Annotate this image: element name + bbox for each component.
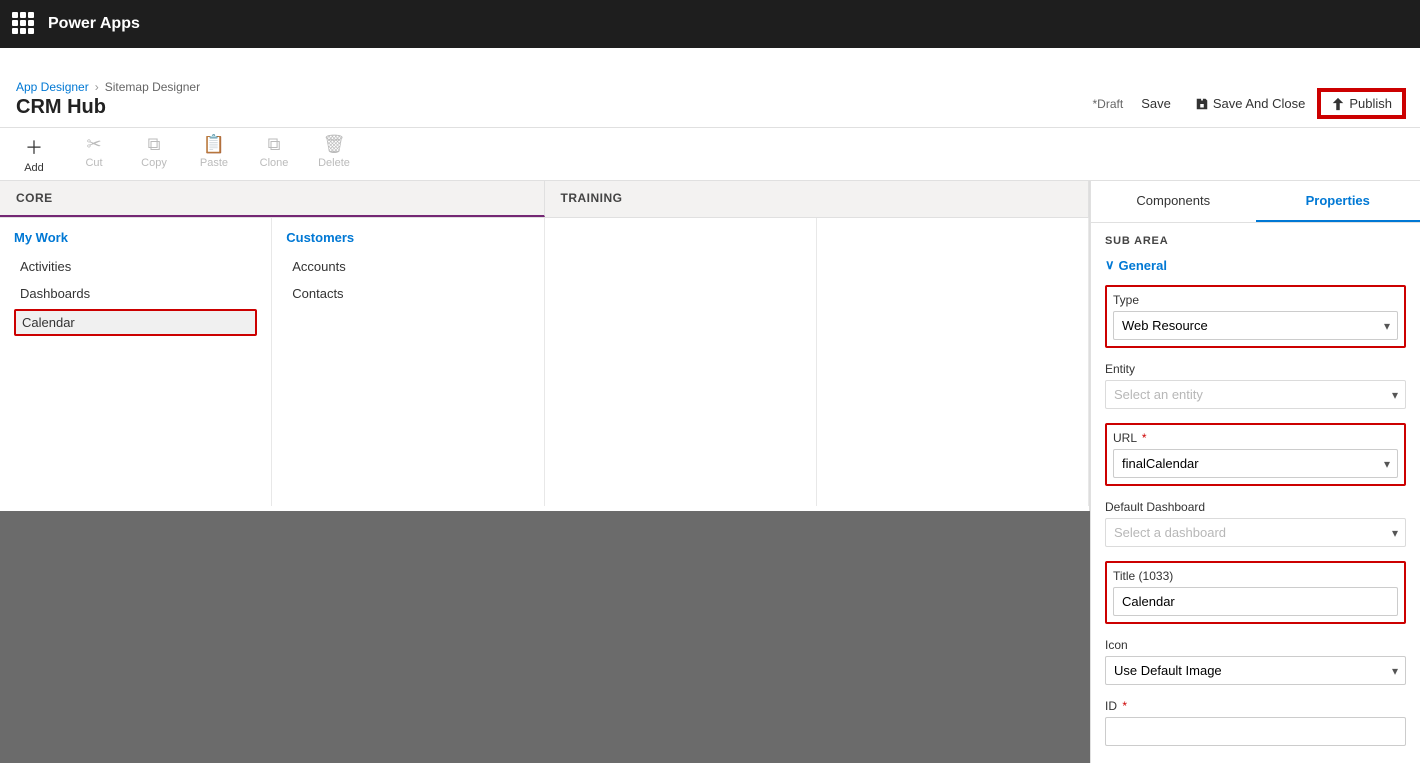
list-item[interactable]: Dashboards xyxy=(14,282,257,305)
id-field-group: ID * xyxy=(1105,699,1406,746)
area-core[interactable]: CORE xyxy=(0,181,545,217)
paste-icon: 📋 xyxy=(203,134,225,155)
delete-tool[interactable]: 🗑 Delete xyxy=(316,134,352,174)
list-item[interactable]: Activities xyxy=(14,255,257,278)
icon-select-wrapper: Use Default Image Custom Image ▾ xyxy=(1105,656,1406,685)
dashboard-label: Default Dashboard xyxy=(1105,500,1406,514)
section-label: SUB AREA xyxy=(1105,235,1406,247)
draft-label: *Draft xyxy=(1093,97,1124,111)
icon-label: Icon xyxy=(1105,638,1406,652)
entity-label: Entity xyxy=(1105,362,1406,376)
group-my-work: My Work Activities Dashboards Calendar xyxy=(0,218,272,506)
dashboard-field-group: Default Dashboard Select a dashboard ▾ xyxy=(1105,500,1406,547)
clone-icon: ⧉ xyxy=(268,134,281,155)
save-close-icon xyxy=(1195,97,1209,111)
top-bar: Power Apps xyxy=(0,0,1420,48)
breadcrumb-sep: › xyxy=(95,80,99,94)
breadcrumb-app-designer[interactable]: App Designer xyxy=(16,80,89,94)
id-required-marker: * xyxy=(1122,699,1127,713)
copy-tool[interactable]: ⧉ Copy xyxy=(136,134,172,174)
sitemap-canvas: CORE TRAINING My Work Activities Dashboa… xyxy=(0,181,1090,511)
app-title: Power Apps xyxy=(48,15,140,33)
group-empty-2 xyxy=(817,218,1089,506)
publish-button[interactable]: Publish xyxy=(1319,90,1404,117)
icon-select[interactable]: Use Default Image Custom Image xyxy=(1105,656,1406,685)
title-field-group: Title (1033) xyxy=(1105,561,1406,624)
type-label: Type xyxy=(1113,293,1398,307)
title-label: Title (1033) xyxy=(1113,569,1398,583)
group-customers: Customers Accounts Contacts xyxy=(272,218,544,506)
sitemap-header: CORE TRAINING xyxy=(0,181,1089,218)
tab-properties[interactable]: Properties xyxy=(1256,181,1420,222)
add-icon: ＋ xyxy=(25,134,43,160)
paste-tool[interactable]: 📋 Paste xyxy=(196,134,232,174)
url-select[interactable]: finalCalendar xyxy=(1113,449,1398,478)
dashboard-select[interactable]: Select a dashboard xyxy=(1105,518,1406,547)
cut-icon: ✂ xyxy=(86,134,101,155)
type-select[interactable]: Web Resource Entity URL Dashboard xyxy=(1113,311,1398,340)
save-button[interactable]: Save xyxy=(1131,92,1181,115)
right-panel: Components Properties SUB AREA ∨ General… xyxy=(1090,181,1420,763)
url-required-marker: * xyxy=(1142,431,1147,445)
main-layout: CORE TRAINING My Work Activities Dashboa… xyxy=(0,181,1420,763)
entity-select[interactable]: Select an entity xyxy=(1105,380,1406,409)
header-actions: *Draft Save Save And Close Publish xyxy=(1093,90,1404,127)
breadcrumb-sitemap-designer: Sitemap Designer xyxy=(105,80,200,94)
delete-icon: 🗑 xyxy=(323,134,346,155)
chevron-down-icon: ∨ xyxy=(1105,257,1115,273)
url-select-wrapper: finalCalendar ▾ xyxy=(1113,449,1398,478)
breadcrumb: App Designer › Sitemap Designer xyxy=(16,80,200,94)
sitemap-content: My Work Activities Dashboards Calendar C… xyxy=(0,218,1089,506)
copy-icon: ⧉ xyxy=(148,134,161,155)
add-tool[interactable]: ＋ Add xyxy=(16,134,52,174)
id-label: ID * xyxy=(1105,699,1406,713)
dashboard-select-wrapper: Select a dashboard ▾ xyxy=(1105,518,1406,547)
panel-tabs: Components Properties xyxy=(1091,181,1420,223)
group-title-customers[interactable]: Customers xyxy=(286,230,529,245)
tab-components[interactable]: Components xyxy=(1091,181,1256,222)
url-field-group: URL * finalCalendar ▾ xyxy=(1105,423,1406,486)
publish-icon xyxy=(1331,97,1345,111)
entity-select-wrapper: Select an entity ▾ xyxy=(1105,380,1406,409)
save-close-button[interactable]: Save And Close xyxy=(1185,92,1316,115)
list-item[interactable]: Accounts xyxy=(286,255,529,278)
header-left: App Designer › Sitemap Designer CRM Hub xyxy=(16,80,200,127)
group-title-my-work[interactable]: My Work xyxy=(14,230,257,245)
title-input[interactable] xyxy=(1113,587,1398,616)
cut-tool[interactable]: ✂ Cut xyxy=(76,134,112,174)
general-section-header[interactable]: ∨ General xyxy=(1105,257,1406,273)
clone-tool[interactable]: ⧉ Clone xyxy=(256,134,292,174)
id-input[interactable] xyxy=(1105,717,1406,746)
list-item-calendar[interactable]: Calendar xyxy=(14,309,257,336)
area-training[interactable]: TRAINING xyxy=(545,181,1090,217)
canvas-area: CORE TRAINING My Work Activities Dashboa… xyxy=(0,181,1090,763)
type-field-group: Type Web Resource Entity URL Dashboard ▾ xyxy=(1105,285,1406,348)
type-select-wrapper: Web Resource Entity URL Dashboard ▾ xyxy=(1113,311,1398,340)
list-item[interactable]: Contacts xyxy=(286,282,529,305)
panel-body: SUB AREA ∨ General Type Web Resource Ent… xyxy=(1091,223,1420,763)
header-bar: App Designer › Sitemap Designer CRM Hub … xyxy=(0,48,1420,128)
page-title: CRM Hub xyxy=(16,96,200,127)
url-label: URL * xyxy=(1113,431,1398,445)
group-empty-1 xyxy=(545,218,817,506)
entity-field-group: Entity Select an entity ▾ xyxy=(1105,362,1406,409)
canvas-gray-area xyxy=(0,511,1090,763)
toolbar: ＋ Add ✂ Cut ⧉ Copy 📋 Paste ⧉ Clone 🗑 Del… xyxy=(0,128,1420,181)
icon-field-group: Icon Use Default Image Custom Image ▾ xyxy=(1105,638,1406,685)
apps-icon[interactable] xyxy=(12,12,36,36)
